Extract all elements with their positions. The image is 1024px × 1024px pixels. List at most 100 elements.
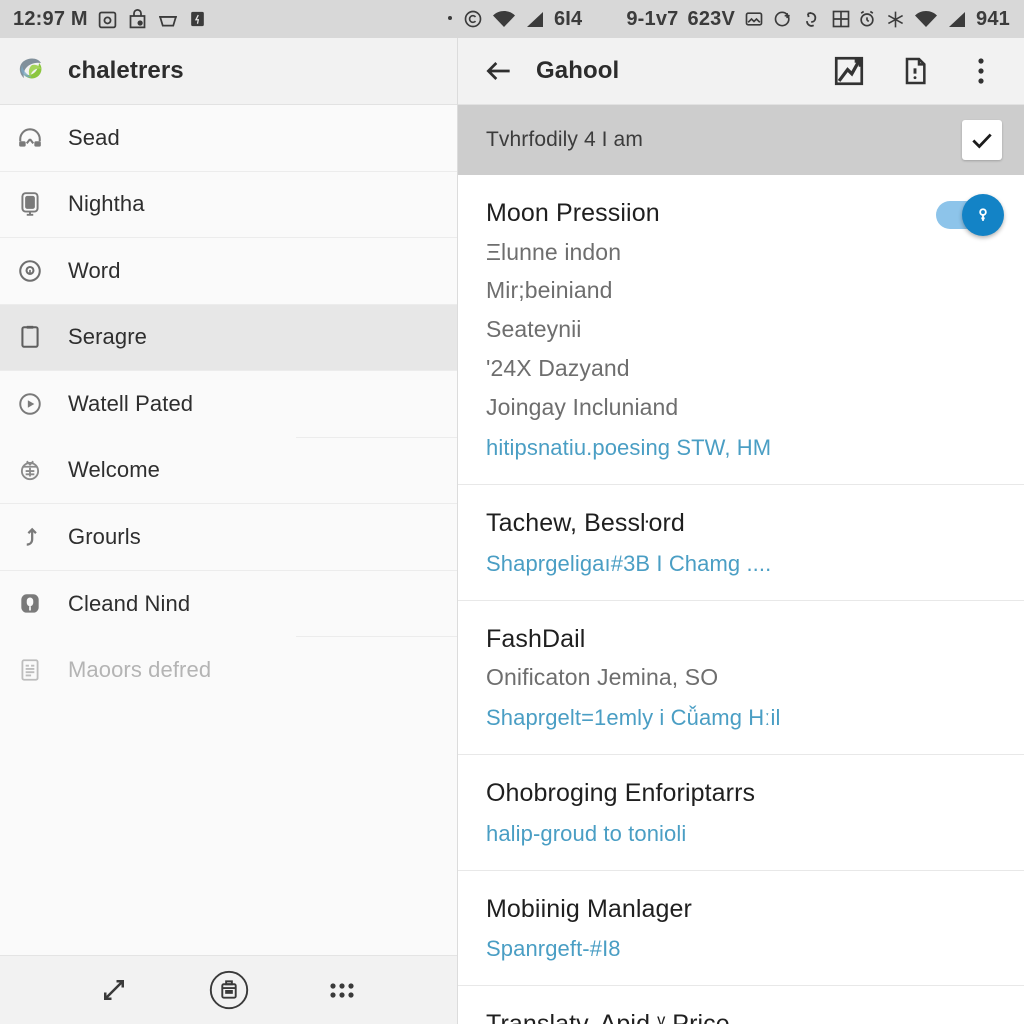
archive-circle-icon[interactable] [204, 965, 254, 1015]
card-line: Onificaton Jemina, SO [486, 664, 719, 691]
dot-icon [446, 15, 454, 23]
sidebar-item-grourls[interactable]: Grourls [0, 504, 457, 571]
grid-icon [831, 9, 851, 29]
sidebar-item-label: Watell Pated [68, 391, 194, 417]
list-item[interactable]: Ohobroging Enforiptarrs halip-groud to t… [458, 755, 1024, 871]
alarm-icon [857, 9, 877, 29]
list-item[interactable]: FashDail Onificaton Jemina, SO Shaprgelt… [458, 601, 1024, 756]
wifi-icon [492, 9, 516, 29]
battery-level-secondary: 941 [976, 7, 1010, 30]
overflow-menu-icon[interactable] [960, 50, 1002, 92]
document-icon [14, 654, 46, 686]
device-icon [14, 188, 46, 220]
card-title: FashDail [486, 624, 586, 653]
mic-icon [14, 588, 46, 620]
sidebar-item-maoors-defred[interactable]: Maoors defred [0, 637, 457, 704]
document-alert-icon[interactable] [894, 50, 936, 92]
card-title: Ohobroging Enforiptarrs [486, 779, 756, 808]
card-line: Seateynii [486, 316, 582, 343]
signal-icon [525, 9, 545, 29]
play-circle-icon [14, 388, 46, 420]
status-clock-secondary: 9-1v7 [626, 7, 679, 30]
expand-arrows-icon[interactable] [89, 965, 139, 1015]
page-title: Gahool [536, 57, 620, 84]
sidebar-footer [0, 955, 457, 1024]
bag-icon [127, 8, 148, 30]
hat-icon [157, 9, 179, 30]
content-list: Moon Pressiion Ξlunne indon Mir;beiniand… [458, 175, 1024, 1024]
sidebar-item-label: Word [68, 257, 121, 283]
card-title: Mobiinig Manlager [486, 894, 692, 923]
sidebar-item-nightha[interactable]: Nightha [0, 172, 457, 238]
content-pane: Gahool Tvhrfodily 4 I am Moon Pressiion … [458, 38, 1024, 1024]
app-screen: 12:97 M 6I4 9-1v7 623V 941 chaletrers Se… [0, 0, 1024, 1024]
headphones-icon [14, 122, 46, 154]
status-bar-middle: 6I4 9-1v7 623V [446, 8, 857, 31]
card-toggle[interactable] [936, 194, 1004, 236]
sidebar-brand-title: chaletrers [68, 57, 184, 84]
selection-bar: Tvhrfodily 4 I am [458, 105, 1024, 175]
sidebar-nav: Sead Nightha Word Seragre Watell Pated W… [0, 105, 457, 955]
content-header: Gahool [458, 38, 1024, 105]
arrow-up-icon [14, 521, 46, 553]
list-item[interactable]: Mobiinig Manlager Spanrgeft-#I8 [458, 871, 1024, 987]
wifi-icon [914, 9, 938, 29]
status-clock: 12:97 M [13, 7, 88, 30]
leaf-logo [14, 52, 52, 90]
sidebar-item-welcome[interactable]: Welcome [0, 438, 457, 504]
card-link[interactable]: Shaprgelt=1emly i Cǚamg Hːil [486, 701, 998, 734]
battery-tile-icon [188, 9, 207, 29]
card-link[interactable]: halip-groud to tonioli [486, 817, 998, 850]
card-link[interactable]: Spanrgeft-#I8 [486, 932, 998, 965]
sidebar-item-label: Nightha [68, 191, 145, 217]
signal-icon [947, 9, 967, 29]
main-body: chaletrers Sead Nightha Word Seragre Wat… [0, 38, 1024, 1024]
status-text-secondary: 623V [687, 7, 736, 30]
card-link[interactable]: hitipsnatiu.poesing STW, HM [486, 431, 998, 464]
clock-add-icon [773, 9, 793, 29]
sidebar-item-sead[interactable]: Sead [0, 105, 457, 172]
copyright-icon [463, 9, 483, 29]
selection-bar-label: Tvhrfodily 4 I am [486, 128, 643, 151]
circle-dot-icon [14, 255, 46, 287]
card-line: Ξlunne indon [486, 238, 622, 265]
sidebar-item-label: Cleand Nind [68, 590, 191, 616]
calendar-icon [97, 9, 118, 30]
list-item[interactable]: Moon Pressiion Ξlunne indon Mir;beiniand… [458, 175, 1024, 486]
rotate-icon [802, 9, 822, 30]
badge-icon [14, 454, 46, 486]
sidebar-item-watell-pated[interactable]: Watell Pated [0, 371, 457, 438]
photo-icon [744, 9, 764, 29]
status-bar: 12:97 M 6I4 9-1v7 623V 941 [0, 0, 1024, 38]
card-line: '24X Dazyand [486, 355, 630, 382]
card-title: Tachew, Bessŀord [486, 509, 685, 538]
sidebar-item-word[interactable]: Word [0, 238, 457, 305]
trend-chart-icon[interactable] [828, 50, 870, 92]
status-bar-right: 941 [857, 8, 1024, 31]
card-line: Mir;beiniand [486, 277, 613, 304]
toggle-switch[interactable] [936, 194, 1004, 236]
apps-grid-icon[interactable] [319, 965, 369, 1015]
sidebar-item-label: Welcome [68, 457, 160, 483]
sidebar-item-label: Seragre [68, 324, 147, 350]
card-line: Joingay Incluniand [486, 394, 679, 421]
sidebar-header: chaletrers [0, 38, 457, 105]
list-item[interactable]: Translatv. Apid ᵞ Price [458, 986, 1024, 1024]
card-link[interactable]: Shaprgeligaı#3B I Chamg .... [486, 547, 998, 580]
confirm-checkbox[interactable] [962, 120, 1002, 160]
key-icon [962, 194, 1004, 236]
list-item[interactable]: Tachew, Bessŀord Shaprgeligaı#3B I Chamg… [458, 485, 1024, 601]
arrow-back-icon[interactable] [476, 48, 522, 94]
sidebar-item-seragre[interactable]: Seragre [0, 304, 457, 371]
card-title: Translatv. Apid ᵞ Price [486, 1008, 998, 1024]
sidebar-pane: chaletrers Sead Nightha Word Seragre Wat… [0, 38, 458, 1024]
sidebar-item-label: Maoors defred [68, 656, 212, 682]
status-bar-left: 12:97 M [0, 8, 207, 31]
snowflake-icon [886, 10, 905, 29]
sidebar-item-label: Sead [68, 124, 120, 150]
sidebar-item-label: Grourls [68, 523, 141, 549]
clipboard-icon [14, 321, 46, 353]
card-title: Moon Pressiion [486, 199, 660, 227]
header-actions [828, 50, 1002, 92]
sidebar-item-cleand-nind[interactable]: Cleand Nind [0, 571, 457, 638]
